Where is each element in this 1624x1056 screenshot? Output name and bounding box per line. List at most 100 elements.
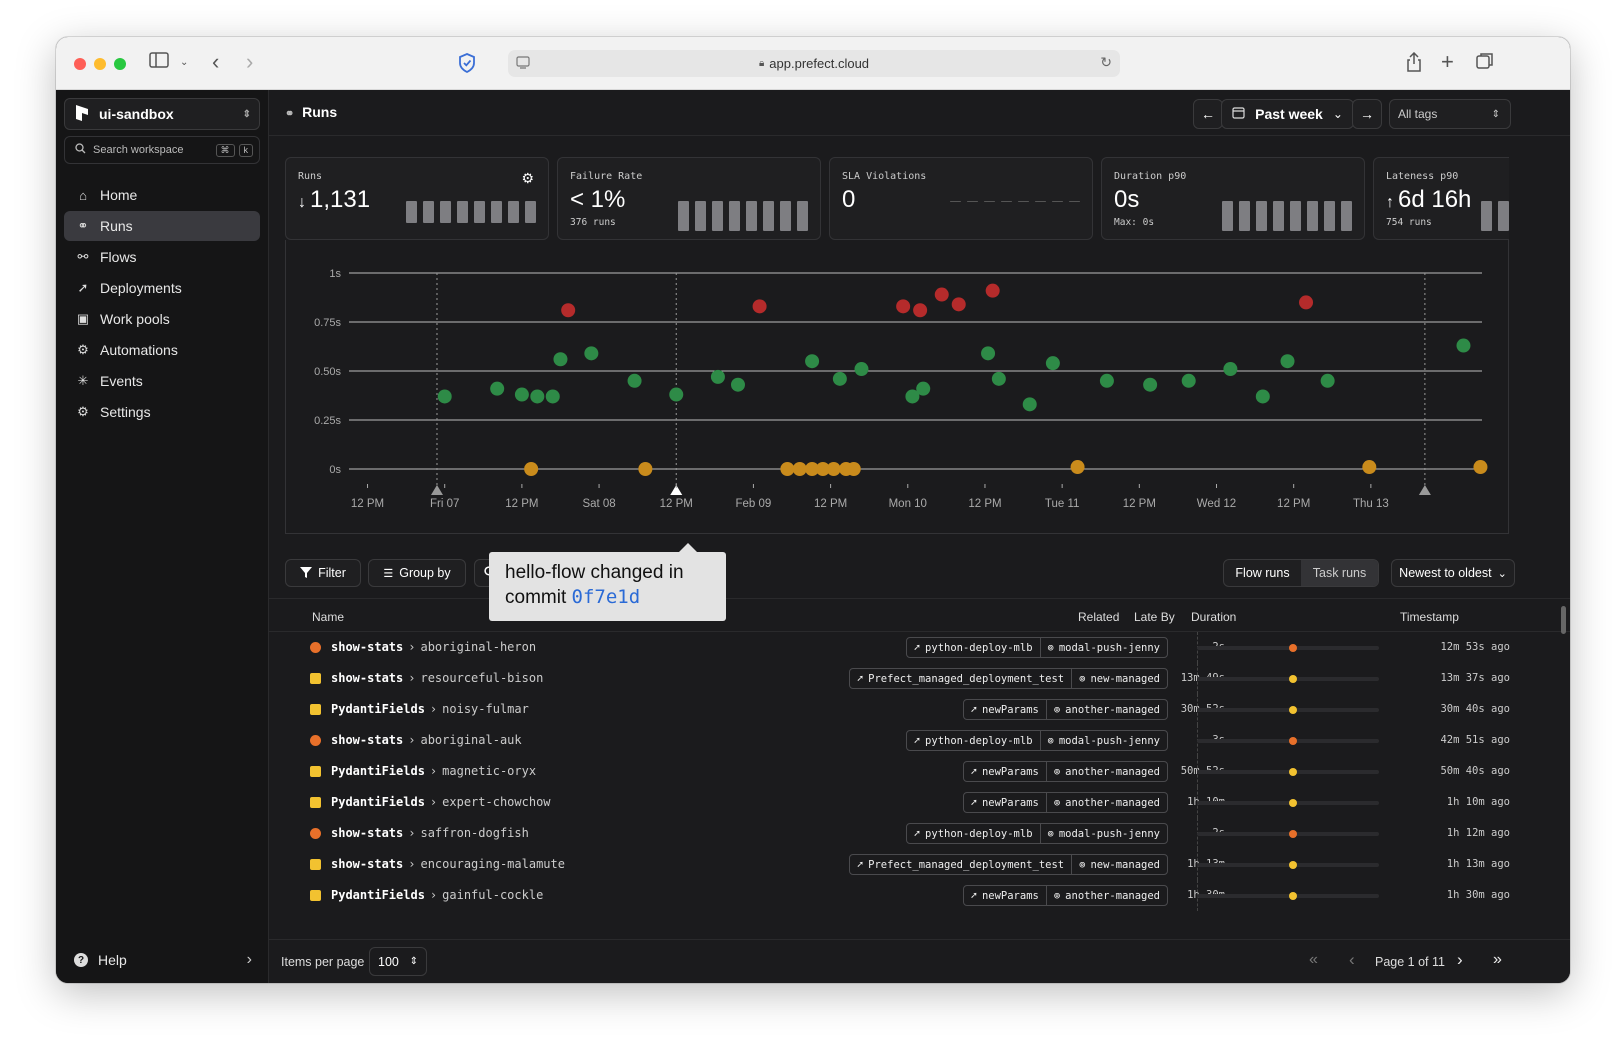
- flow-run-name[interactable]: noisy-fulmar: [442, 702, 529, 716]
- flow-name[interactable]: show-stats: [331, 640, 403, 654]
- run-point-late[interactable]: [1473, 460, 1488, 475]
- items-per-page-select[interactable]: 100 ⇕: [369, 947, 427, 976]
- range-previous-button[interactable]: ←: [1193, 99, 1223, 129]
- deployment-marker[interactable]: [430, 485, 443, 495]
- run-name[interactable]: PydantiFields › magnetic-oryx: [331, 764, 536, 778]
- run-point-completed[interactable]: [584, 346, 599, 361]
- run-point-completed[interactable]: [916, 381, 931, 396]
- run-point-completed[interactable]: [981, 346, 996, 361]
- date-range-select[interactable]: Past week ⌄: [1221, 99, 1354, 129]
- url-bar[interactable]: 🔒︎ app.prefect.cloud ↻: [508, 50, 1120, 77]
- run-point-completed[interactable]: [1320, 373, 1335, 388]
- work-pool-tag[interactable]: ⊚ modal-push-jenny: [1039, 731, 1167, 750]
- run-point-completed[interactable]: [1223, 362, 1238, 377]
- stat-card-lateness-p90[interactable]: Lateness p90 ↑ 6d 16h 754 runs: [1373, 157, 1509, 240]
- run-point-failed[interactable]: [752, 299, 767, 314]
- group-by-button[interactable]: ☰ Group by: [368, 559, 466, 587]
- shield-icon[interactable]: [458, 53, 476, 78]
- run-point-completed[interactable]: [832, 371, 847, 386]
- new-tab-icon[interactable]: +: [1441, 49, 1454, 75]
- sidebar-toggle-icon[interactable]: [149, 52, 169, 73]
- flow-name[interactable]: PydantiFields: [331, 888, 425, 902]
- run-point-completed[interactable]: [1181, 373, 1196, 388]
- flow-run-name[interactable]: gainful-cockle: [442, 888, 543, 902]
- run-point-completed[interactable]: [1255, 389, 1270, 404]
- sidebar-item-automations[interactable]: ⚙ Automations: [64, 335, 260, 365]
- run-name[interactable]: PydantiFields › expert-chowchow: [331, 795, 551, 809]
- run-point-completed[interactable]: [710, 369, 725, 384]
- tab-overview-icon[interactable]: [1476, 52, 1494, 75]
- deployment-tag[interactable]: ➚ python-deploy-mlb: [907, 824, 1040, 843]
- run-name[interactable]: show-stats › encouraging-malamute: [331, 857, 565, 871]
- run-point-completed[interactable]: [514, 387, 529, 402]
- column-name[interactable]: Name: [312, 610, 344, 624]
- stat-card-duration-p90[interactable]: Duration p90 0s Max: 0s: [1101, 157, 1365, 240]
- table-row[interactable]: show-stats › resourceful-bison ➚ Prefect_man…: [269, 663, 1570, 694]
- work-pool-tag[interactable]: ⊚ another-managed: [1045, 886, 1167, 905]
- work-pool-tag[interactable]: ⊚ another-managed: [1045, 700, 1167, 719]
- flow-name[interactable]: show-stats: [331, 857, 403, 871]
- run-point-completed[interactable]: [1045, 356, 1060, 371]
- commit-hash-link[interactable]: 0f7e1d: [572, 586, 641, 608]
- run-point-failed[interactable]: [896, 299, 911, 314]
- table-row[interactable]: PydantiFields › expert-chowchow ➚ newParams ⊚…: [269, 787, 1570, 818]
- search-workspace-input[interactable]: Search workspace ⌘ k: [64, 136, 260, 164]
- run-point-failed[interactable]: [1299, 295, 1314, 310]
- sidebar-item-work-pools[interactable]: ▣ Work pools: [64, 304, 260, 334]
- run-name[interactable]: show-stats › resourceful-bison: [331, 671, 543, 685]
- sidebar-item-events[interactable]: ✳ Events: [64, 366, 260, 396]
- sidebar-item-deployments[interactable]: ➚ Deployments: [64, 273, 260, 303]
- zoom-window-button[interactable]: [114, 58, 126, 70]
- sidebar-item-home[interactable]: ⌂ Home: [64, 180, 260, 210]
- minimize-window-button[interactable]: [94, 58, 106, 70]
- chevron-down-icon[interactable]: ⌄: [180, 57, 188, 68]
- deployment-tag[interactable]: ➚ python-deploy-mlb: [907, 638, 1040, 657]
- stat-card-sla-violations[interactable]: SLA Violations 0: [829, 157, 1093, 240]
- flow-run-name[interactable]: expert-chowchow: [442, 795, 550, 809]
- run-point-late[interactable]: [1362, 460, 1377, 475]
- run-point-completed[interactable]: [530, 389, 545, 404]
- run-point-completed[interactable]: [553, 352, 568, 367]
- filter-button[interactable]: Filter: [285, 559, 361, 587]
- back-icon[interactable]: ‹: [212, 49, 219, 75]
- deployment-tag[interactable]: ➚ Prefect_managed_deployment_test: [850, 669, 1071, 688]
- run-point-completed[interactable]: [1099, 373, 1114, 388]
- previous-page-icon[interactable]: ‹: [1349, 950, 1355, 970]
- sidebar-item-runs[interactable]: ⚭ Runs: [64, 211, 260, 241]
- run-point-late[interactable]: [524, 462, 539, 476]
- run-name[interactable]: show-stats › aboriginal-auk: [331, 733, 522, 747]
- run-point-failed[interactable]: [561, 303, 576, 318]
- sidebar-item-flows[interactable]: ⚯ Flows: [64, 242, 260, 272]
- work-pool-tag[interactable]: ⊚ new-managed: [1071, 855, 1167, 874]
- flow-run-name[interactable]: aboriginal-auk: [420, 733, 521, 747]
- run-point-completed[interactable]: [730, 377, 745, 392]
- flow-name[interactable]: show-stats: [331, 826, 403, 840]
- sort-select[interactable]: Newest to oldest ⌄: [1391, 559, 1515, 587]
- run-point-completed[interactable]: [1280, 354, 1295, 369]
- work-pool-tag[interactable]: ⊚ modal-push-jenny: [1039, 638, 1167, 657]
- flow-runs-tab[interactable]: Flow runs: [1224, 560, 1301, 586]
- forward-icon[interactable]: ›: [246, 49, 253, 75]
- run-point-completed[interactable]: [1022, 397, 1037, 412]
- last-page-icon[interactable]: »: [1493, 951, 1502, 969]
- share-icon[interactable]: [1406, 51, 1422, 77]
- range-next-button[interactable]: →: [1352, 99, 1382, 129]
- flow-name[interactable]: show-stats: [331, 733, 403, 747]
- stat-card-runs[interactable]: Runs ↓ 1,131 ⚙: [285, 157, 549, 240]
- flow-name[interactable]: PydantiFields: [331, 764, 425, 778]
- deployment-tag[interactable]: ➚ Prefect_managed_deployment_test: [850, 855, 1071, 874]
- table-row[interactable]: show-stats › aboriginal-heron ➚ python-deplo…: [269, 632, 1570, 663]
- run-point-completed[interactable]: [1143, 377, 1158, 392]
- flow-name[interactable]: show-stats: [331, 671, 403, 685]
- run-point-completed[interactable]: [991, 371, 1006, 386]
- run-point-late[interactable]: [846, 462, 861, 476]
- work-pool-tag[interactable]: ⊚ another-managed: [1045, 762, 1167, 781]
- sidebar-item-settings[interactable]: ⚙ Settings: [64, 397, 260, 427]
- deployment-tag[interactable]: ➚ newParams: [964, 793, 1046, 812]
- flow-run-name[interactable]: magnetic-oryx: [442, 764, 536, 778]
- deployment-marker[interactable]: [1418, 485, 1431, 495]
- gear-icon[interactable]: ⚙: [521, 170, 534, 187]
- flow-name[interactable]: PydantiFields: [331, 702, 425, 716]
- stat-card-failure-rate[interactable]: Failure Rate < 1% 376 runs: [557, 157, 821, 240]
- flow-run-name[interactable]: aboriginal-heron: [420, 640, 536, 654]
